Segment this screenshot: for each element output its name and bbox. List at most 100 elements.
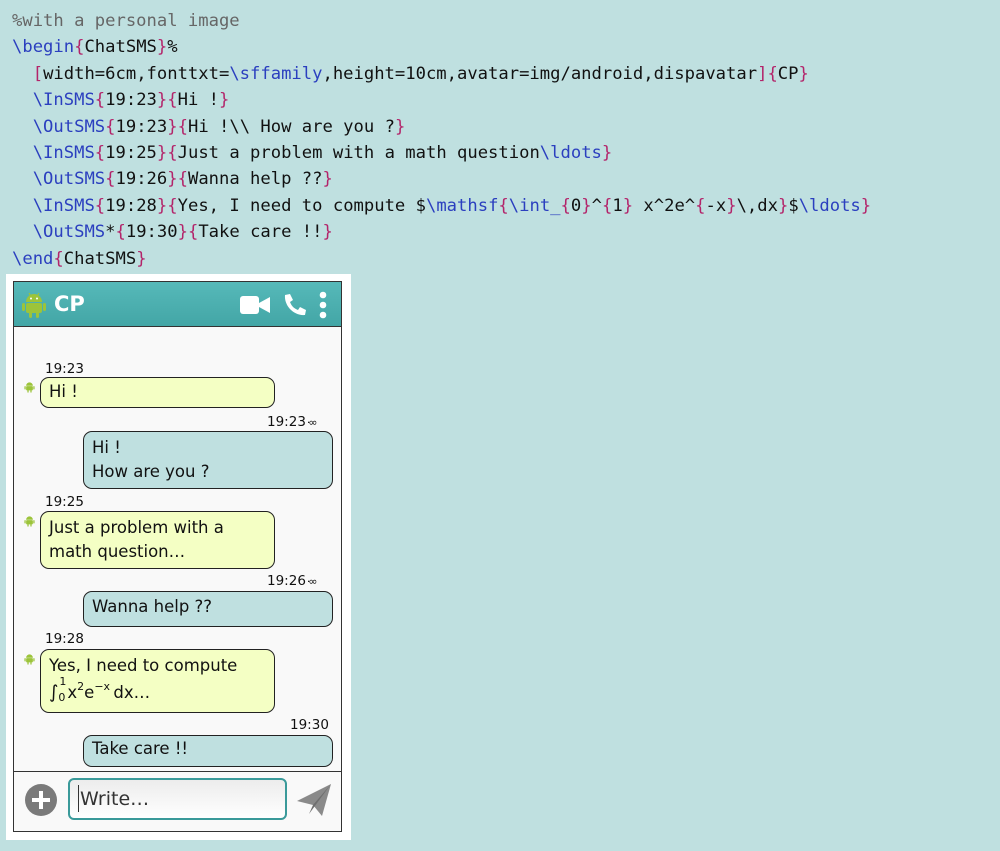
code-token: { [601,195,613,216]
outgoing-message: Wanna help ?? [83,591,333,627]
code-token: \OutSMS [32,169,106,190]
code-token: 19:23 [115,116,168,137]
chat-preview: CP 19:23 Hi ! 19:23·∞ Hi ! How are you ?… [6,274,351,840]
code-token: } [156,37,168,58]
code-token: } [322,222,333,243]
code-token: } [167,169,178,190]
code-token: $ [788,195,799,216]
code-token: [ [32,63,44,84]
code-line: %with a personal image [12,8,871,34]
code-token: } [601,142,613,163]
message-text: Yes, I need to compute [49,656,238,675]
message-time: 19:26·∞ [267,573,318,590]
code-token: } [777,195,789,216]
code-token: } [581,195,592,216]
plus-icon[interactable] [24,783,58,817]
code-token: { [167,90,178,111]
code-token: CP [777,63,799,84]
code-token: ,height=10cm,avatar=img/android,dispavat… [322,63,758,84]
code-token: { [94,90,106,111]
android-icon [24,382,35,393]
code-token: ^ [591,195,602,216]
code-token: Hi ! [177,90,220,111]
code-token: } [322,169,333,190]
code-token: x^2e^ [633,195,696,216]
code-token: 19:23 [105,90,157,111]
message-time-value: 19:26 [267,573,306,589]
code-token: \OutSMS [32,222,106,243]
phone-icon[interactable] [282,293,308,317]
code-token: 19:30 [125,222,178,243]
message-text: Take care !! [92,739,189,758]
message-time-value: 19:23 [267,414,306,430]
code-token: { [53,248,64,269]
message-text: Wanna help ?? [92,597,213,616]
message-text: Hi ! [92,438,121,457]
message-time: 19:23 [45,361,84,377]
outgoing-message: Take care !! [83,735,333,767]
video-camera-icon[interactable] [240,295,270,315]
android-icon [24,516,35,527]
code-token: { [695,195,706,216]
code-token: { [94,195,106,216]
code-token: } [156,142,168,163]
code-token: 1 [612,195,623,216]
input-bar [14,771,341,831]
code-token: -x [705,195,727,216]
code-token: } [726,195,737,216]
message-text: Just a problem with a [49,518,224,537]
code-token: 19:26 [115,169,168,190]
code-token: width=6cm,fonttxt= [43,63,230,84]
code-token: \InSMS [32,142,95,163]
code-token: ChatSMS [63,248,137,269]
send-icon[interactable] [295,781,333,819]
incoming-message: Yes, I need to compute ∫ 1 0 x2e−x dx… [40,649,275,713]
message-input[interactable] [68,778,287,820]
math-expression: ∫ 1 0 x2e−x dx… [49,675,266,704]
code-token: * [105,222,116,243]
code-line: \OutSMS{19:23}{Hi !\\ How are you ?} [12,114,871,140]
code-line: [width=6cm,fonttxt=\sffamily,height=10cm… [12,61,871,87]
math-exponent: −x [94,680,111,693]
code-token: { [105,116,116,137]
code-token: } [394,116,406,137]
code-token: { [167,142,178,163]
code-token: \ldots [798,195,861,216]
code-token: } [156,90,168,111]
code-token: { [105,169,116,190]
code-token: \end [12,248,54,269]
code-token: { [115,222,126,243]
message-text: How are you ? [92,462,210,481]
code-line: \end{ChatSMS} [12,246,871,272]
code-line: \InSMS{19:23}{Hi !} [12,87,871,113]
code-token: { [187,222,199,243]
code-token: } [156,195,168,216]
code-token: Wanna help ?? [187,169,323,190]
code-token: } [136,248,147,269]
code-line: \InSMS{19:25}{Just a problem with a math… [12,140,871,166]
message-time: 19:25 [45,494,84,510]
code-token: 19:25 [105,142,157,163]
code-token: { [74,37,85,58]
message-text: Hi ! [49,382,78,401]
code-token: Yes, I need to compute $ [177,195,426,216]
read-receipt-icon: ·∞ [306,416,318,429]
more-vertical-icon[interactable] [318,291,328,319]
code-listing: %with a personal image \begin{ChatSMS}% [… [12,8,871,272]
code-token: ] [757,63,768,84]
message-list: 19:23 Hi ! 19:23·∞ Hi ! How are you ? 19… [14,327,341,771]
code-token: \int_ [508,195,561,216]
android-icon [22,292,46,318]
chat-header: CP [14,282,341,327]
code-token: } [219,90,230,111]
read-receipt-icon: ·∞ [306,575,318,588]
text-caret [78,785,79,812]
math-variable: x [67,683,78,702]
code-token: \OutSMS [32,116,106,137]
code-token: } [798,63,809,84]
code-token: Take care !! [198,222,323,243]
